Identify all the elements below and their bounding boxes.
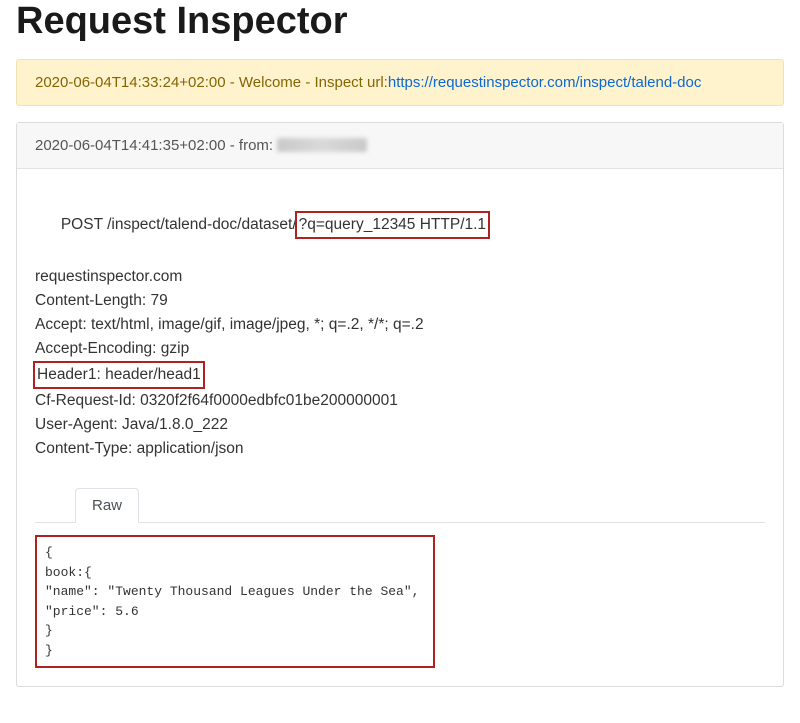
raw-line: } (45, 623, 53, 638)
body-tabs: Raw (35, 487, 765, 523)
welcome-prefix: - Welcome - Inspect url: (226, 74, 388, 91)
request-meta-header: 2020-06-04T14:41:35+02:00 - from: (17, 123, 783, 169)
request-header: Content-Type: application/json (35, 437, 765, 461)
request-line-query-highlight: ?q=query_12345 HTTP/1.1 (295, 211, 490, 239)
body-tabs-wrap: Raw { book:{ "name": "Twenty Thousand Le… (35, 487, 765, 668)
raw-line: } (45, 643, 53, 658)
page-title: Request Inspector (16, 0, 784, 43)
welcome-text: 2020-06-04T14:33:24+02:00 - Welcome - In… (17, 60, 783, 105)
raw-line: "price": 5.6 (45, 604, 139, 619)
inspect-url-link[interactable]: https://requestinspector.com/inspect/tal… (388, 74, 702, 91)
request-line: POST /inspect/talend-doc/dataset/?q=quer… (35, 187, 765, 263)
raw-body-highlight: { book:{ "name": "Twenty Thousand League… (35, 535, 435, 668)
raw-line: { (45, 545, 53, 560)
request-body: POST /inspect/talend-doc/dataset/?q=quer… (17, 169, 783, 686)
request-header: Cf-Request-Id: 0320f2f64f0000edbfc01be20… (35, 389, 765, 413)
raw-line: book:{ (45, 565, 92, 580)
header1-highlight: Header1: header/head1 (33, 361, 205, 389)
request-header: Accept: text/html, image/gif, image/jpeg… (35, 313, 765, 337)
client-ip-blurred (277, 138, 367, 152)
welcome-banner: 2020-06-04T14:33:24+02:00 - Welcome - In… (16, 59, 784, 106)
request-sep: - from: (226, 137, 278, 154)
request-header: Accept-Encoding: gzip (35, 337, 765, 361)
request-ts: 2020-06-04T14:41:35+02:00 (35, 137, 226, 154)
request-header: Content-Length: 79 (35, 289, 765, 313)
tab-raw[interactable]: Raw (75, 488, 139, 523)
tab-raw-panel: { book:{ "name": "Twenty Thousand League… (35, 523, 765, 668)
welcome-ts: 2020-06-04T14:33:24+02:00 (35, 74, 226, 91)
raw-line: "name": "Twenty Thousand Leagues Under t… (45, 584, 419, 599)
request-header: requestinspector.com (35, 265, 765, 289)
request-line-pre: POST /inspect/talend-doc/dataset/ (61, 216, 297, 233)
request-header-highlight: Header1: header/head1 (35, 361, 765, 389)
request-card: 2020-06-04T14:41:35+02:00 - from: POST /… (16, 122, 784, 687)
request-header: User-Agent: Java/1.8.0_222 (35, 413, 765, 437)
